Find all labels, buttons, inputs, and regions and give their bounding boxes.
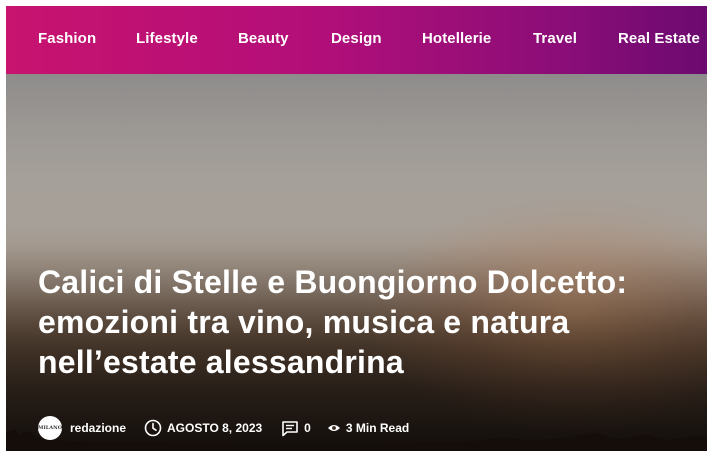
post-date: AGOSTO 8, 2023 — [144, 419, 262, 437]
comments-link[interactable]: 0 — [281, 420, 311, 437]
hero-image[interactable]: Calici di Stelle e Buongiorno Dolcetto: … — [6, 74, 707, 451]
read-time: 3 Min Read — [327, 421, 409, 435]
author-avatar[interactable]: MILANO — [38, 416, 62, 440]
nav-item-hotellerie[interactable]: Hotellerie — [422, 30, 491, 47]
article-title[interactable]: Calici di Stelle e Buongiorno Dolcetto: … — [38, 262, 688, 382]
comment-count[interactable]: 0 — [304, 421, 311, 435]
nav-item-real-estate[interactable]: Real Estate — [618, 30, 700, 47]
nav-item-fashion[interactable]: Fashion — [38, 30, 96, 47]
comment-icon — [281, 420, 299, 437]
nav-item-travel[interactable]: Travel — [533, 30, 577, 47]
eye-icon — [327, 423, 341, 433]
top-navigation-bar: Fashion Lifestyle Beauty Design Hoteller… — [6, 6, 707, 74]
nav-item-beauty[interactable]: Beauty — [238, 30, 289, 47]
author-name[interactable]: redazione — [70, 421, 126, 435]
read-time-text: 3 Min Read — [345, 421, 410, 435]
clock-icon — [144, 419, 162, 437]
nav-item-design[interactable]: Design — [331, 30, 382, 47]
post-date-text: AGOSTO 8, 2023 — [167, 421, 263, 435]
page-frame: Fashion Lifestyle Beauty Design Hoteller… — [6, 6, 707, 451]
article-meta: MILANO redazione AGOSTO 8, 2023 0 3 Min … — [38, 415, 409, 441]
author-info[interactable]: MILANO redazione — [38, 416, 126, 440]
nav-item-lifestyle[interactable]: Lifestyle — [136, 30, 198, 47]
